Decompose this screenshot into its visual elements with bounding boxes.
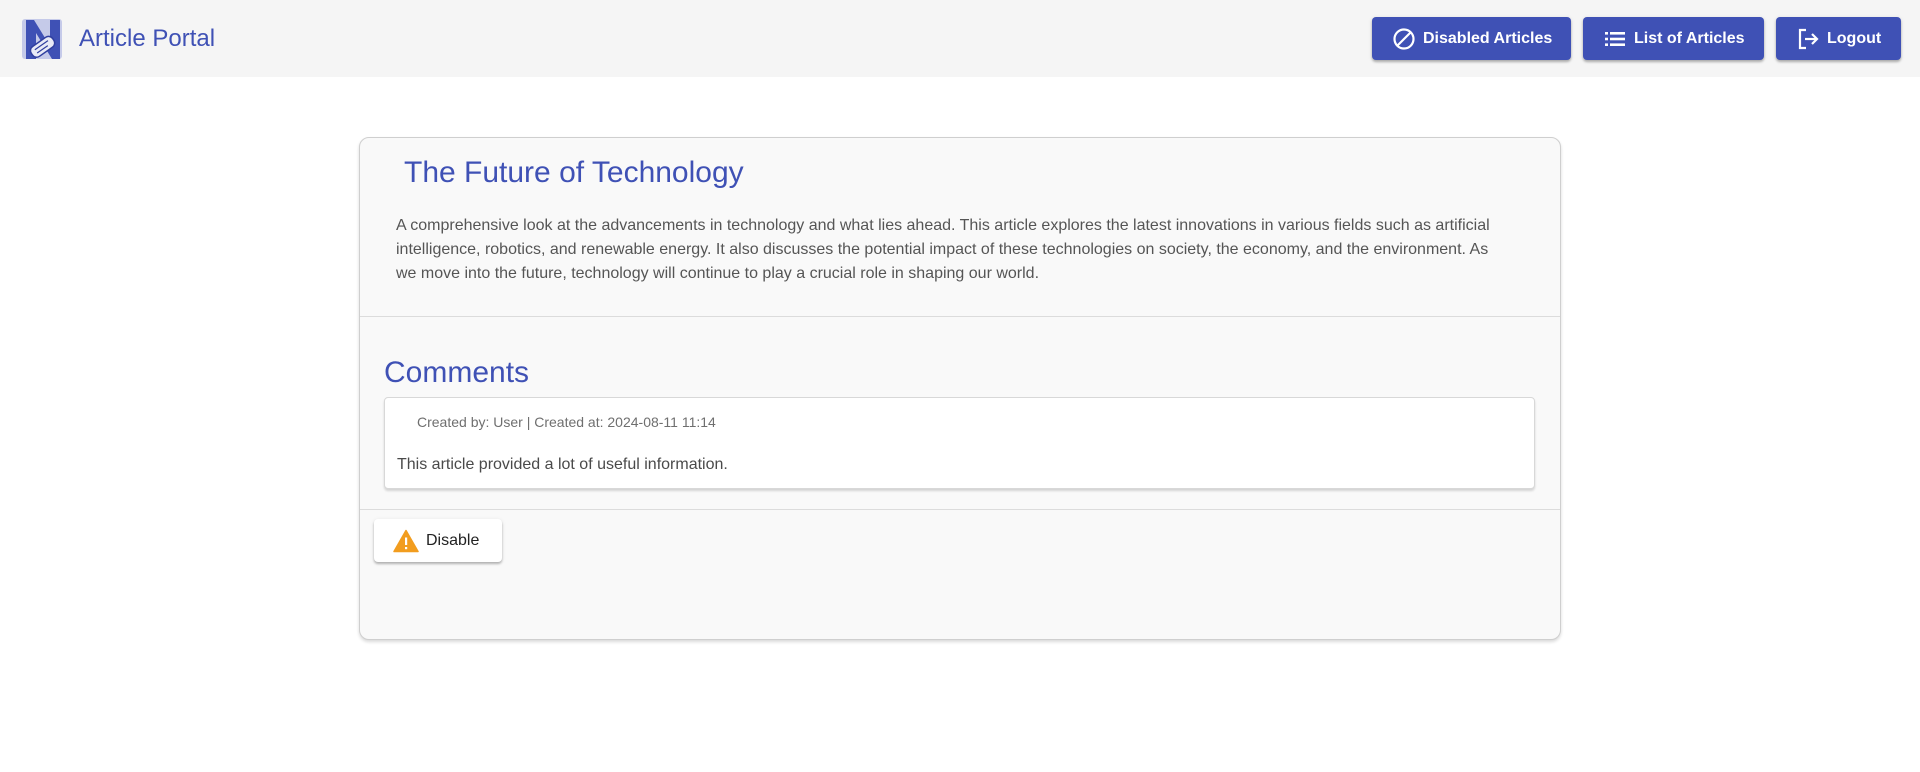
comments-heading: Comments [384, 356, 530, 389]
disabled-articles-button[interactable]: Disabled Articles [1372, 17, 1571, 60]
header-actions: Disabled Articles List of Articles Logou… [1360, 17, 1901, 60]
actions-divider [360, 509, 1560, 510]
article-body: A comprehensive look at the advancements… [396, 217, 1490, 282]
comment-meta: Created by: User | Created at: 2024-08-1… [417, 414, 716, 430]
list-of-articles-button[interactable]: List of Articles [1583, 17, 1764, 60]
logout-button[interactable]: Logout [1776, 17, 1901, 60]
section-divider [360, 316, 1560, 317]
warning-icon [393, 529, 419, 553]
newspaper-logo-icon [22, 18, 62, 59]
comment-text: This article provided a lot of useful in… [397, 456, 728, 473]
disable-label: Disable [426, 531, 480, 549]
logout-label: Logout [1827, 29, 1882, 47]
comment-card: Created by: User | Created at: 2024-08-1… [384, 397, 1535, 489]
list-of-articles-label: List of Articles [1634, 29, 1745, 47]
brand: Article Portal [20, 16, 215, 62]
list-icon [1603, 27, 1627, 51]
disable-button[interactable]: Disable [374, 519, 502, 562]
logout-icon [1796, 27, 1820, 51]
top-app-bar: Article Portal Disabled Articles List of… [0, 0, 1920, 77]
article-title: The Future of Technology [404, 156, 744, 189]
app-title: Article Portal [79, 24, 216, 52]
article-card: The Future of Technology A comprehensive… [359, 137, 1561, 640]
disabled-articles-label: Disabled Articles [1423, 29, 1553, 47]
block-icon [1392, 27, 1416, 51]
